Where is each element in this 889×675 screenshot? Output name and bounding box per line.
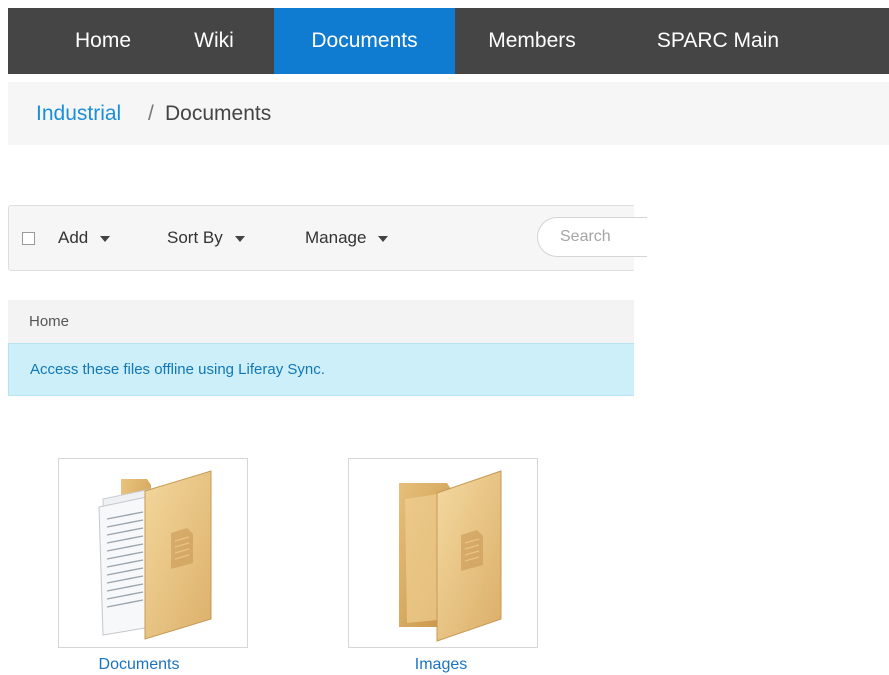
breadcrumb-separator: / bbox=[148, 102, 154, 125]
folder-name-documents[interactable]: Documents bbox=[44, 656, 234, 674]
nav-item-home[interactable]: Home bbox=[58, 8, 148, 74]
folder-name-images[interactable]: Images bbox=[346, 656, 536, 674]
nav-item-wiki[interactable]: Wiki bbox=[178, 8, 250, 74]
folder-breadcrumb-home[interactable]: Home bbox=[29, 300, 69, 343]
add-menu-button[interactable]: Add bbox=[58, 206, 111, 270]
manage-menu-button[interactable]: Manage bbox=[305, 206, 389, 270]
sort-by-menu-label: Sort By bbox=[167, 228, 223, 247]
caret-down-icon bbox=[234, 235, 245, 242]
liferay-sync-alert: Access these files offline using Liferay… bbox=[8, 343, 634, 396]
folder-card-documents[interactable] bbox=[58, 458, 248, 648]
select-all-checkbox[interactable] bbox=[22, 232, 35, 245]
caret-down-icon bbox=[100, 235, 111, 242]
search-input[interactable] bbox=[537, 217, 647, 257]
nav-item-documents[interactable]: Documents bbox=[274, 8, 455, 74]
liferay-sync-link[interactable]: Access these files offline using Liferay… bbox=[30, 344, 325, 395]
add-menu-label: Add bbox=[58, 228, 89, 247]
folder-breadcrumb: Home bbox=[8, 300, 634, 343]
folder-card-images[interactable] bbox=[348, 458, 538, 648]
documents-toolbar: Add Sort By Manage bbox=[8, 205, 647, 271]
nav-item-members[interactable]: Members bbox=[470, 8, 594, 74]
nav-item-sparc-main[interactable]: SPARC Main bbox=[628, 8, 808, 74]
sort-by-menu-button[interactable]: Sort By bbox=[167, 206, 245, 270]
top-navigation: Home Wiki Documents Members SPARC Main bbox=[8, 8, 889, 74]
manage-menu-label: Manage bbox=[305, 228, 367, 247]
caret-down-icon bbox=[378, 235, 389, 242]
breadcrumb-current-page: Documents bbox=[165, 102, 272, 125]
folder-icon bbox=[399, 470, 502, 642]
breadcrumb-link-industrial[interactable]: Industrial bbox=[36, 82, 121, 145]
folder-with-documents-icon bbox=[98, 470, 212, 640]
breadcrumb: Industrial / Documents bbox=[8, 82, 889, 145]
